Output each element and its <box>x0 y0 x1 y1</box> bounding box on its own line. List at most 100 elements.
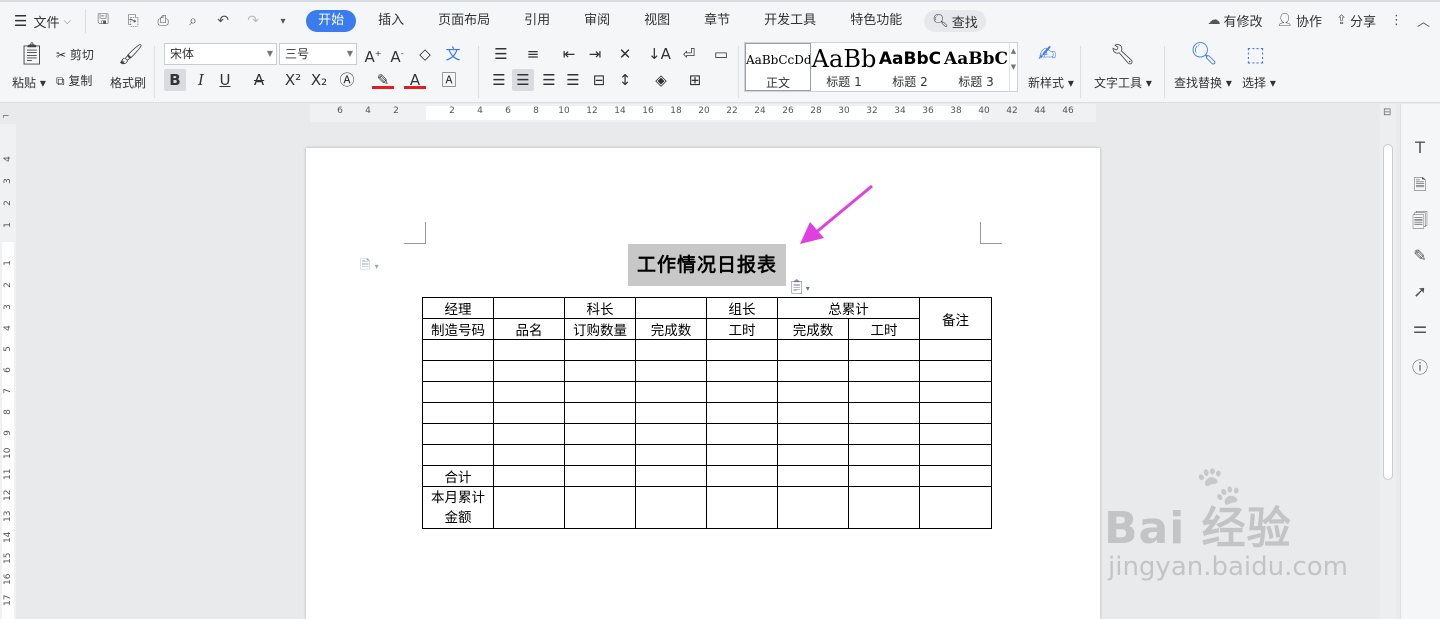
font-name-select[interactable]: 宋体 ▼ <box>164 43 277 65</box>
table-cell[interactable] <box>919 360 992 382</box>
table-cell[interactable] <box>706 360 778 382</box>
table-cell[interactable] <box>848 381 920 403</box>
table-cell[interactable]: 工时 <box>848 318 920 340</box>
borders-icon[interactable]: ⊞ <box>684 69 706 91</box>
table-cell[interactable] <box>635 465 707 487</box>
style-normal[interactable]: AaBbCcDd 正文 <box>745 43 811 91</box>
select-button[interactable]: 选择 ▾ <box>1242 74 1276 91</box>
table-cell[interactable]: 总累计 <box>777 297 920 319</box>
table-cell[interactable] <box>635 297 707 319</box>
table-cell[interactable] <box>848 423 920 445</box>
more-quick-actions-icon[interactable]: ▾ <box>274 16 292 27</box>
table-cell[interactable] <box>919 381 992 403</box>
font-color-icon[interactable]: A <box>404 69 426 89</box>
align-right-icon[interactable]: ☰ <box>538 69 560 91</box>
table-cell[interactable] <box>493 465 565 487</box>
grow-font-icon[interactable]: A+ <box>362 43 384 66</box>
tab-developer[interactable]: 开发工具 <box>752 10 828 32</box>
find-replace-button[interactable]: 查找替换 ▾ <box>1174 74 1232 91</box>
document-title[interactable]: 工作情况日报表 <box>628 244 786 286</box>
collaborate-button[interactable]: 👤︎ 协作 <box>1277 11 1323 30</box>
find-replace-icon[interactable]: 🔍︎ <box>1190 42 1218 67</box>
table-cell[interactable] <box>564 423 636 445</box>
table-cell[interactable]: 组长 <box>706 297 778 319</box>
table-cell[interactable] <box>493 486 565 529</box>
table-cell[interactable] <box>919 339 992 361</box>
tab-review[interactable]: 审阅 <box>572 10 622 32</box>
table-cell[interactable] <box>848 360 920 382</box>
save-icon[interactable]: 🖫 <box>94 9 112 33</box>
table-cell[interactable]: 本月累计 金额 <box>422 486 494 529</box>
table-cell[interactable] <box>564 402 636 424</box>
tab-references[interactable]: 引用 <box>512 10 562 32</box>
tab-special-features[interactable]: 特色功能 <box>838 10 914 32</box>
phonetic-guide-icon[interactable]: 文 <box>442 43 464 65</box>
tab-home[interactable]: 开始 <box>306 10 357 32</box>
numbered-list-icon[interactable]: ≡ <box>522 43 544 65</box>
increase-indent-icon[interactable]: ⇥ <box>584 43 606 65</box>
table-cell[interactable] <box>422 339 494 361</box>
tab-ruler-icon[interactable]: ▭ <box>710 43 732 65</box>
table-cell[interactable] <box>777 360 849 382</box>
table-cell[interactable] <box>848 444 920 466</box>
justify-icon[interactable]: ☰ <box>562 69 584 91</box>
table-cell[interactable]: 完成数 <box>635 318 707 340</box>
table-cell[interactable] <box>493 402 565 424</box>
align-center-icon[interactable]: ☰ <box>512 69 534 91</box>
collapse-ribbon-icon[interactable]: ︿ <box>1417 11 1430 30</box>
table-cell[interactable]: 经理 <box>422 297 494 319</box>
report-table[interactable]: 经理 科长 组长 总累计 备注 制造号码 品名 订购数量 完成数 工时 完成数 … <box>422 297 992 529</box>
table-cell[interactable] <box>706 444 778 466</box>
table-cell[interactable] <box>706 423 778 445</box>
search-button[interactable]: 🔍︎ 查找 <box>924 10 986 32</box>
table-cell[interactable] <box>422 423 494 445</box>
table-cell[interactable] <box>919 465 992 487</box>
file-menu[interactable]: ☰ 文件 ⌵ <box>0 12 81 31</box>
table-cell[interactable] <box>706 465 778 487</box>
table-cell[interactable] <box>564 339 636 361</box>
table-cell[interactable] <box>848 465 920 487</box>
table-cell[interactable] <box>777 402 849 424</box>
print-preview-icon[interactable]: ⌕ <box>184 13 202 29</box>
copy-button[interactable]: ⧉ 复制 <box>56 72 92 89</box>
table-cell[interactable] <box>493 423 565 445</box>
char-border-icon[interactable]: 🄰 <box>438 69 460 91</box>
table-cell[interactable] <box>422 381 494 403</box>
style-heading-2[interactable]: AaBbC 标题 2 <box>877 43 943 91</box>
scrollbar-thumb[interactable] <box>1383 144 1393 480</box>
show-marks-icon[interactable]: ⏎ <box>678 43 700 65</box>
redo-icon[interactable]: ↷ <box>244 13 262 29</box>
table-cell[interactable] <box>564 360 636 382</box>
table-cell[interactable] <box>777 444 849 466</box>
sliders-icon[interactable]: ⚌ <box>1410 318 1430 337</box>
superscript-icon[interactable]: X² <box>282 69 304 91</box>
tab-view[interactable]: 视图 <box>632 10 682 32</box>
table-cell[interactable] <box>564 444 636 466</box>
share-button[interactable]: ⇪ 分享 <box>1336 11 1376 30</box>
paste-button[interactable]: 粘贴 ▾ <box>12 74 46 91</box>
bold-button[interactable]: B <box>164 69 186 91</box>
table-cell[interactable] <box>635 423 707 445</box>
table-cell[interactable] <box>493 444 565 466</box>
paste-icon[interactable]: 📋︎ <box>18 42 46 67</box>
text-effect-icon[interactable]: Ⓐ <box>336 69 358 91</box>
table-cell[interactable] <box>635 381 707 403</box>
chinese-layout-icon[interactable]: ✕ <box>614 43 636 65</box>
table-cell[interactable]: 订购数量 <box>564 318 636 340</box>
print-icon[interactable]: ⎙ <box>154 13 172 29</box>
table-cell[interactable] <box>422 402 494 424</box>
document-icon[interactable]: 🗎︎ <box>1410 174 1430 201</box>
new-style-button[interactable]: 新样式 ▾ <box>1028 74 1074 91</box>
split-view-icon[interactable]: ⊟ <box>1383 107 1391 118</box>
table-cell[interactable] <box>777 486 849 529</box>
table-cell[interactable] <box>777 465 849 487</box>
tab-page-layout[interactable]: 页面布局 <box>426 10 502 32</box>
clear-format-icon[interactable]: ◇ <box>414 43 436 65</box>
subscript-icon[interactable]: X₂ <box>308 69 330 91</box>
table-cell[interactable] <box>564 486 636 529</box>
table-cell[interactable] <box>564 465 636 487</box>
table-cell[interactable] <box>777 381 849 403</box>
table-cell[interactable]: 合计 <box>422 465 494 487</box>
table-cell[interactable] <box>493 339 565 361</box>
tab-insert[interactable]: 插入 <box>366 10 416 32</box>
